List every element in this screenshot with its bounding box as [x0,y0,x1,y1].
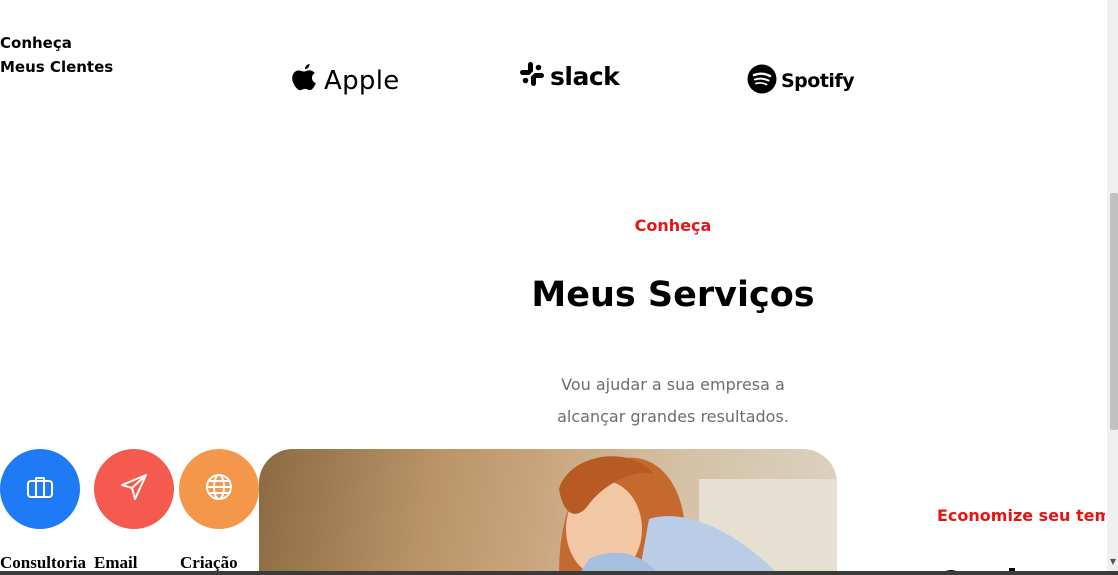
service-email-button[interactable] [94,449,174,529]
service-consultoria-button[interactable] [0,449,80,529]
spotify-logo-text: Spotify [781,70,855,92]
services-kicker: Conheça [634,216,712,235]
service-label-consultoria: Consultoria [0,553,86,572]
services-title: Meus Serviços [531,275,815,315]
client-logo-slack: slack [519,60,620,92]
service-label-criacao: Criação [180,553,238,572]
apple-logo-icon [290,62,318,100]
clients-heading-line1: Conheça [0,34,72,52]
services-photo [259,449,837,575]
slack-logo-text: slack [550,61,620,91]
globe-icon [204,472,234,506]
client-logo-spotify: Spotify [747,64,855,98]
services-description-line2: alcançar grandes resultados. [557,407,789,426]
briefcase-icon [25,472,55,506]
clients-heading-line2: Meus Clentes [0,58,114,76]
spotify-logo-icon [747,64,777,98]
scroll-down-arrow-icon[interactable]: ▼ [1108,557,1118,567]
service-criacao-button[interactable] [179,449,259,529]
next-section-kicker: Economize seu temp [937,506,1105,525]
clients-heading: Conheça Meus Clentes [0,31,113,79]
apple-logo-text: Apple [324,66,400,96]
client-logo-apple: Apple [290,62,400,100]
send-icon [119,472,149,506]
window-bottom-edge [0,571,1118,575]
woman-photo-illustration [559,456,837,575]
slack-logo-icon [519,60,545,92]
service-label-email: Email [94,553,138,572]
services-description-line1: Vou ajudar a sua empresa a [561,375,785,394]
services-description: Vou ajudar a sua empresa a alcançar gran… [520,369,826,433]
scrollbar-thumb[interactable] [1110,193,1118,430]
